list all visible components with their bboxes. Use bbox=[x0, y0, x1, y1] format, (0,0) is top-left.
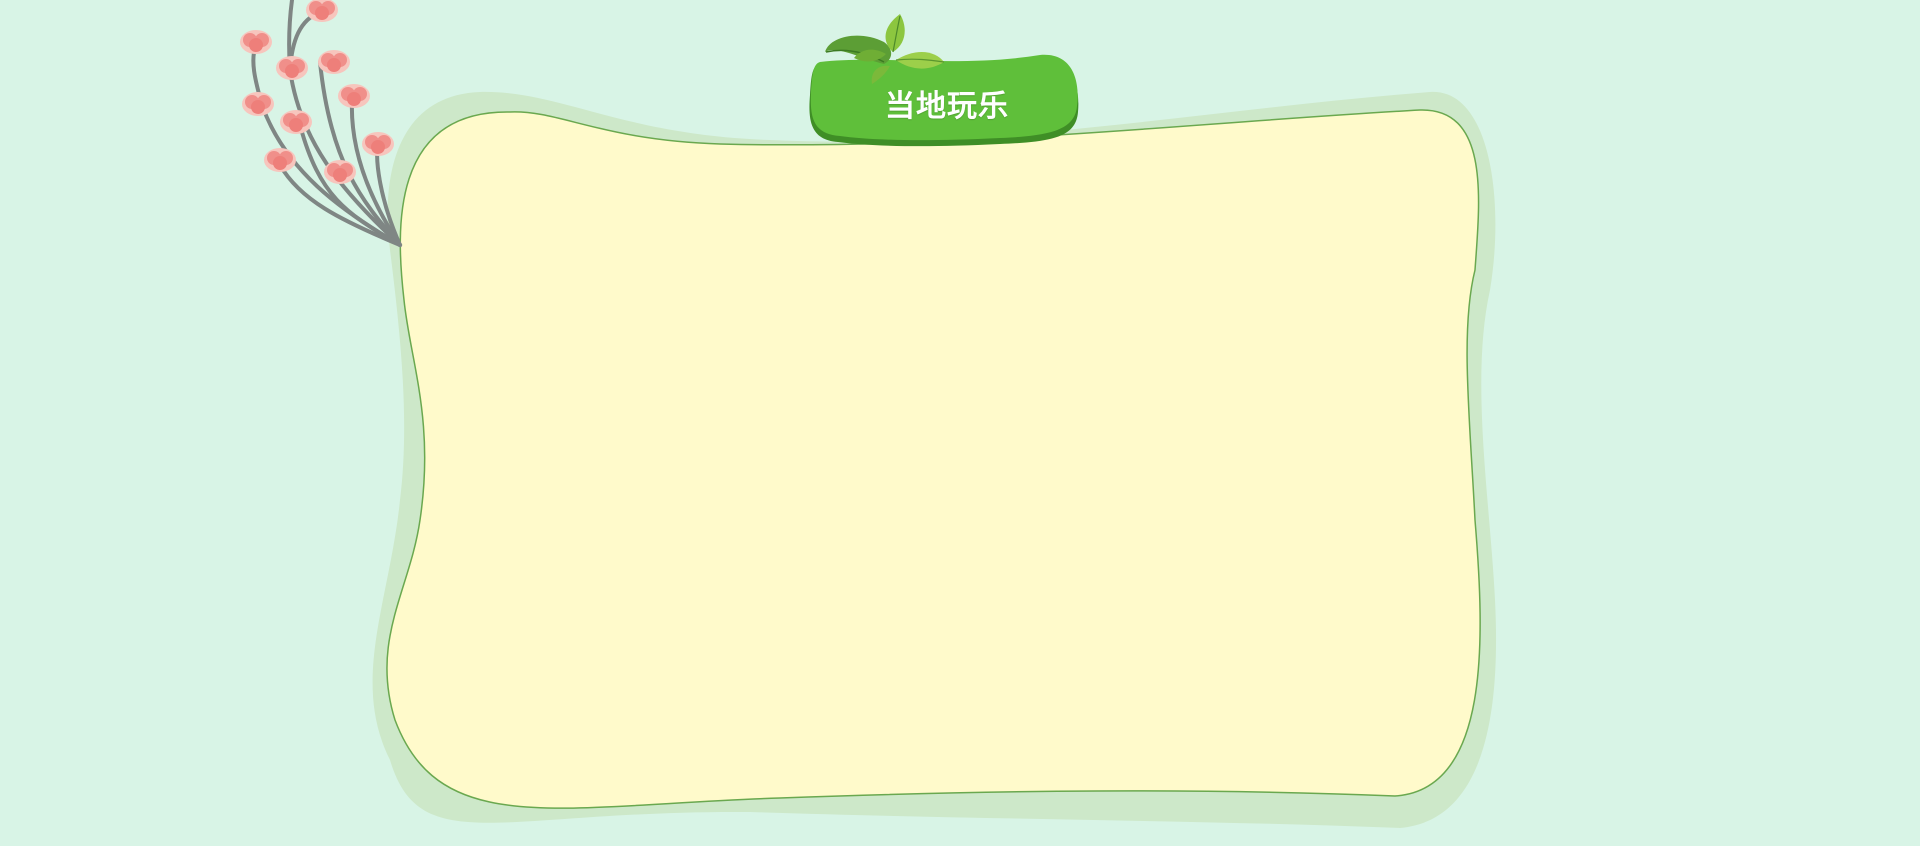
blossom-flowers bbox=[240, 0, 394, 184]
page-stage: 当地玩乐 bbox=[0, 0, 1920, 846]
content-area bbox=[440, 180, 1440, 740]
blossom-branch-icon bbox=[251, 0, 402, 247]
section-title: 当地玩乐 bbox=[885, 89, 1009, 124]
